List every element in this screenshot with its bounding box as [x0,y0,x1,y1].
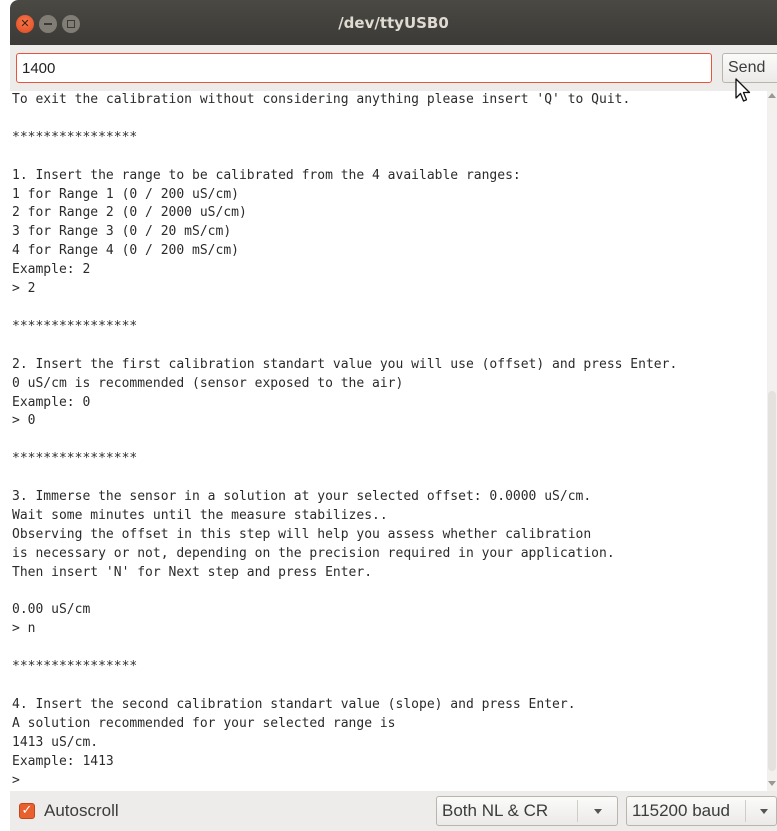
scrollbar-thumb[interactable] [768,391,776,771]
console-line: **************** [12,659,138,675]
console-line: A solution recommended for your selected… [12,715,396,731]
vertical-scrollbar[interactable] [767,91,777,791]
serial-output[interactable]: To exit the calibration without consider… [10,91,777,791]
console-line: Then insert 'N' for Next step and press … [12,564,373,580]
console-line: **************** [12,318,138,334]
send-bar: Send [10,45,777,91]
console-line: 4. Insert the second calibration standar… [12,697,576,712]
console-line: Example: 1413 [12,753,114,769]
autoscroll-label[interactable]: Autoscroll [44,801,119,821]
scroll-down-icon[interactable] [768,781,776,786]
console-line: 2. Insert the first calibration standart… [12,356,678,372]
console-line: 3 for Range 3 (0 / 20 mS/cm) [12,224,232,240]
console-line: 1 for Range 1 (0 / 200 uS/cm) [12,186,239,202]
console-line: 2 for Range 2 (0 / 2000 uS/cm) [12,205,247,221]
serial-monitor-window: ✕ /dev/ttyUSB0 Send To exit the calibrat… [10,0,777,831]
line-ending-select[interactable]: Both NL & CR [436,796,618,826]
console-line: 0 uS/cm is recommended (sensor exposed t… [12,375,404,391]
serial-output-text: To exit the calibration without consider… [12,91,677,791]
console-line: 0.00 uS/cm [12,602,91,618]
console-line: Observing the offset in this step will h… [12,526,592,542]
chevron-down-icon [594,809,602,814]
bottom-bar: ✓ Autoscroll Both NL & CR 115200 baud [10,791,777,831]
baud-rate-value: 115200 baud [632,801,731,820]
console-line: > [12,772,20,788]
checkmark-icon: ✓ [21,803,33,818]
console-line: > n [12,621,36,637]
select-divider [577,800,578,822]
console-line: Wait some minutes until the measure stab… [12,507,388,523]
send-input[interactable] [16,53,712,83]
title-bar[interactable]: ✕ /dev/ttyUSB0 [10,0,777,45]
console-line: Example: 2 [12,262,91,278]
console-line: > 2 [12,281,36,297]
console-line: Example: 0 [12,394,91,410]
scroll-up-icon[interactable] [768,93,776,98]
line-ending-value: Both NL & CR [442,801,549,820]
window-title: /dev/ttyUSB0 [338,14,449,32]
console-line: 1413 uS/cm. [12,734,99,750]
console-line: **************** [12,129,138,145]
select-divider [745,800,746,822]
baud-rate-select[interactable]: 115200 baud [626,796,777,826]
chevron-down-icon [760,809,768,814]
console-line: 1. Insert the range to be calibrated fro… [12,167,521,183]
console-line: 4 for Range 4 (0 / 200 mS/cm) [12,243,239,259]
console-line: **************** [12,451,138,467]
console-line: > 0 [12,413,36,429]
console-line: is necessary or not, depending on the pr… [12,545,615,561]
mouse-pointer-icon [735,78,751,102]
console-line: To exit the calibration without consider… [12,92,631,107]
console-line: 3. Immerse the sensor in a solution at y… [12,489,592,505]
autoscroll-checkbox[interactable]: ✓ [19,803,35,819]
